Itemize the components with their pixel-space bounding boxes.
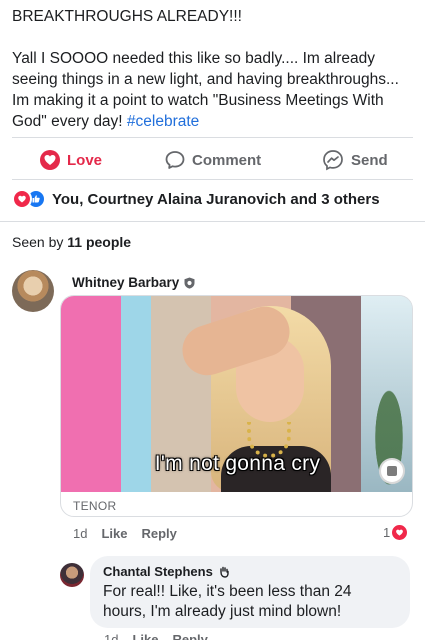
reaction-count-value: 1 (383, 525, 391, 540)
post-body: Yall I SOOOO needed this like so badly..… (12, 50, 399, 130)
gif-caption: I'm not gonna cry (154, 452, 321, 475)
post-text: BREAKTHROUGHS ALREADY!!! Yall I SOOOO ne… (12, 6, 417, 132)
comment-like-button[interactable]: Like (132, 632, 158, 640)
commenter-name-text: Chantal Stephens (103, 564, 213, 579)
reactions-text: You, Courtney Alaina Juranovich and 3 ot… (52, 190, 380, 208)
tenor-logo-icon (379, 458, 405, 484)
comment-meta: 1d Like Reply (104, 632, 208, 640)
hashtag-link[interactable]: #celebrate (127, 113, 199, 130)
seen-prefix: Seen by (12, 234, 68, 250)
commenter-name[interactable]: Whitney Barbary (72, 275, 195, 290)
comment-like-button[interactable]: Like (101, 526, 127, 541)
commenter-name: Chantal Stephens (103, 564, 397, 579)
comment-meta: 1d Like Reply (73, 526, 177, 541)
comment-reaction-count[interactable]: 1 (383, 525, 408, 540)
comment-text: For real!! Like, it's been less than 24 … (103, 583, 352, 620)
heart-icon (392, 525, 408, 540)
comment-time: 1d (73, 526, 88, 541)
shield-badge-icon (184, 277, 195, 289)
reactions-summary[interactable]: You, Courtney Alaina Juranovich and 3 ot… (12, 189, 380, 209)
comment-time: 1d (104, 632, 119, 640)
love-button[interactable]: Love (40, 150, 102, 170)
post-headline: BREAKTHROUGHS ALREADY!!! (12, 8, 242, 25)
comment-reply-button[interactable]: Reply (172, 632, 207, 640)
wave-hand-icon (220, 566, 229, 578)
gif-source: TENOR (73, 499, 117, 513)
commenter-name-text: Whitney Barbary (72, 275, 180, 290)
send-button[interactable]: Send (322, 149, 388, 171)
seen-by[interactable]: Seen by 11 people (12, 234, 131, 250)
heart-icon (40, 150, 60, 170)
reaction-icons (12, 189, 46, 209)
avatar[interactable] (12, 270, 54, 312)
gif-image: I'm not gonna cry (61, 296, 412, 492)
love-label: Love (67, 151, 103, 169)
post-actions: Love Comment Send (0, 142, 425, 178)
comment-reply-button[interactable]: Reply (141, 526, 176, 541)
divider (0, 221, 425, 222)
love-reaction-icon (12, 189, 32, 209)
messenger-icon (323, 150, 343, 171)
divider (12, 179, 413, 180)
comment-label: Comment (192, 151, 262, 169)
comment-button[interactable]: Comment (165, 150, 261, 170)
divider (12, 137, 413, 138)
avatar[interactable] (60, 563, 84, 587)
comment-bubble[interactable]: Chantal Stephens For real!! Like, it's b… (90, 556, 410, 628)
seen-count: 11 people (67, 234, 132, 250)
comment-icon (165, 151, 185, 169)
send-label: Send (351, 151, 388, 169)
gif-attachment[interactable]: I'm not gonna cry TENOR (60, 295, 413, 517)
